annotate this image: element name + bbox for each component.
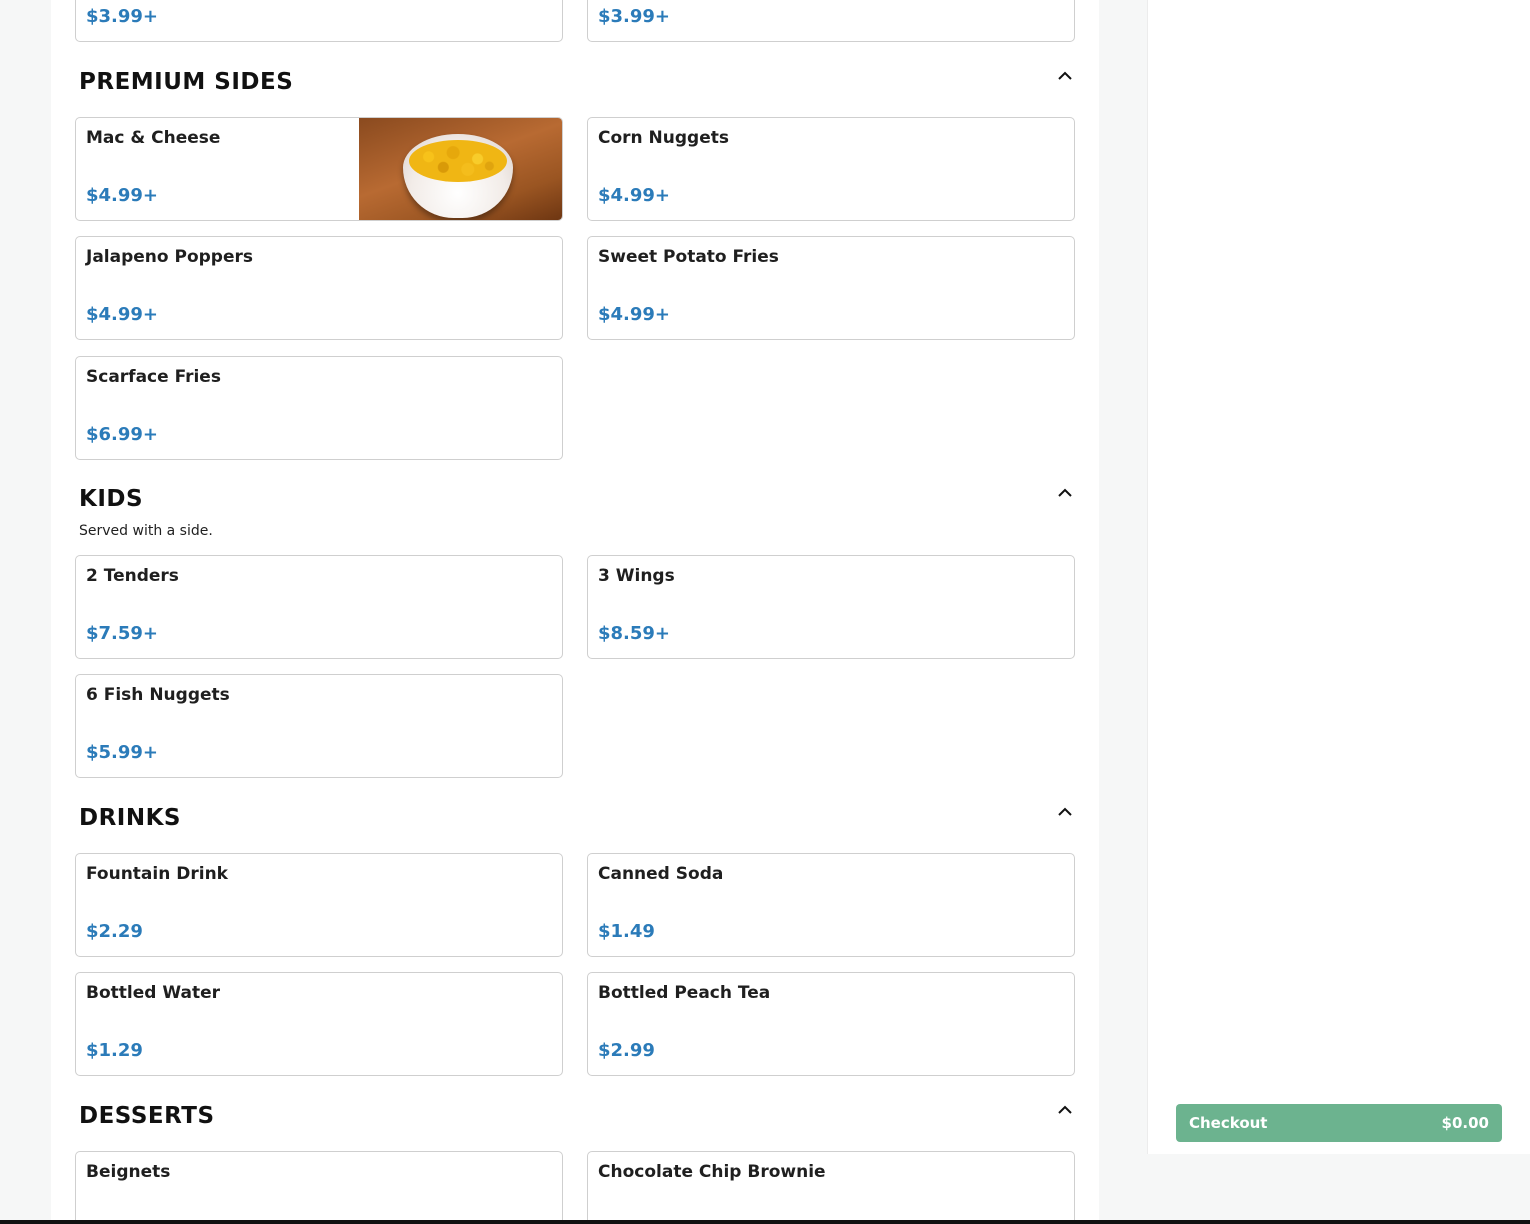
item-name: 3 Wings [598,566,675,586]
item-price: $2.29 [86,921,143,942]
item-price: $6.99+ [86,424,159,445]
item-price: $3.99+ [598,6,671,27]
item-price: $1.29 [86,1040,143,1061]
chevron-up-icon[interactable] [1057,804,1073,820]
item-price: $8.59+ [598,623,671,644]
item-name: 6 Fish Nuggets [86,685,230,705]
item-name: Sweet Potato Fries [598,247,779,267]
menu-item-beignets[interactable]: Beignets [75,1151,563,1224]
bowl-food [409,140,507,182]
section-description-kids: Served with a side. [79,523,213,539]
chevron-up-icon[interactable] [1057,68,1073,84]
section-title-desserts: DESSERTS [79,1103,215,1129]
item-name: Chocolate Chip Brownie [598,1162,826,1182]
menu-item-scarface-fries[interactable]: Scarface Fries $6.99+ [75,356,563,460]
menu-item-chocolate-chip-brownie[interactable]: Chocolate Chip Brownie [587,1151,1075,1224]
menu-item-2-tenders[interactable]: 2 Tenders $7.59+ [75,555,563,659]
menu-item-jalapeno-poppers[interactable]: Jalapeno Poppers $4.99+ [75,236,563,340]
item-name: Jalapeno Poppers [86,247,254,267]
item-price: $7.59+ [86,623,159,644]
menu-item-bottled-water[interactable]: Bottled Water $1.29 [75,972,563,1076]
item-name: Mac & Cheese [86,128,221,148]
item-price: $3.99+ [86,6,159,27]
menu-item-3-wings[interactable]: 3 Wings $8.59+ [587,555,1075,659]
item-price: $4.99+ [598,185,671,206]
item-price: $2.99 [598,1040,655,1061]
bowl-shape [403,134,513,218]
cart-panel [1147,0,1530,1154]
menu-item-fountain-drink[interactable]: Fountain Drink $2.29 [75,853,563,957]
item-name: Canned Soda [598,864,724,884]
checkout-label: Checkout [1189,1114,1268,1132]
menu-column: $3.99+ $3.99+ PREMIUM SIDES Mac & Cheese… [51,0,1099,1224]
item-price: $4.99+ [86,185,159,206]
section-title-drinks: DRINKS [79,805,181,831]
item-price: $1.49 [598,921,655,942]
menu-item-card[interactable]: $3.99+ [75,0,563,42]
item-price: $4.99+ [598,304,671,325]
menu-item-sweet-potato-fries[interactable]: Sweet Potato Fries $4.99+ [587,236,1075,340]
section-title-premium-sides: PREMIUM SIDES [79,69,294,95]
menu-item-corn-nuggets[interactable]: Corn Nuggets $4.99+ [587,117,1075,221]
chevron-up-icon[interactable] [1057,485,1073,501]
menu-item-mac-and-cheese[interactable]: Mac & Cheese $4.99+ [75,117,563,221]
item-name: Corn Nuggets [598,128,730,148]
mac-and-cheese-photo [359,118,562,220]
section-title-kids: KIDS [79,486,144,512]
item-name: 2 Tenders [86,566,179,586]
item-name: Bottled Peach Tea [598,983,771,1003]
checkout-total: $0.00 [1441,1114,1489,1132]
item-name: Scarface Fries [86,367,221,387]
menu-item-6-fish-nuggets[interactable]: 6 Fish Nuggets $5.99+ [75,674,563,778]
item-name: Fountain Drink [86,864,228,884]
menu-item-bottled-peach-tea[interactable]: Bottled Peach Tea $2.99 [587,972,1075,1076]
menu-item-canned-soda[interactable]: Canned Soda $1.49 [587,853,1075,957]
chevron-up-icon[interactable] [1057,1102,1073,1118]
item-price: $4.99+ [86,304,159,325]
item-price: $5.99+ [86,742,159,763]
item-name: Beignets [86,1162,171,1182]
bottom-edge-bar [0,1220,1530,1224]
menu-item-card[interactable]: $3.99+ [587,0,1075,42]
item-name: Bottled Water [86,983,220,1003]
checkout-button[interactable]: Checkout $0.00 [1176,1104,1502,1142]
